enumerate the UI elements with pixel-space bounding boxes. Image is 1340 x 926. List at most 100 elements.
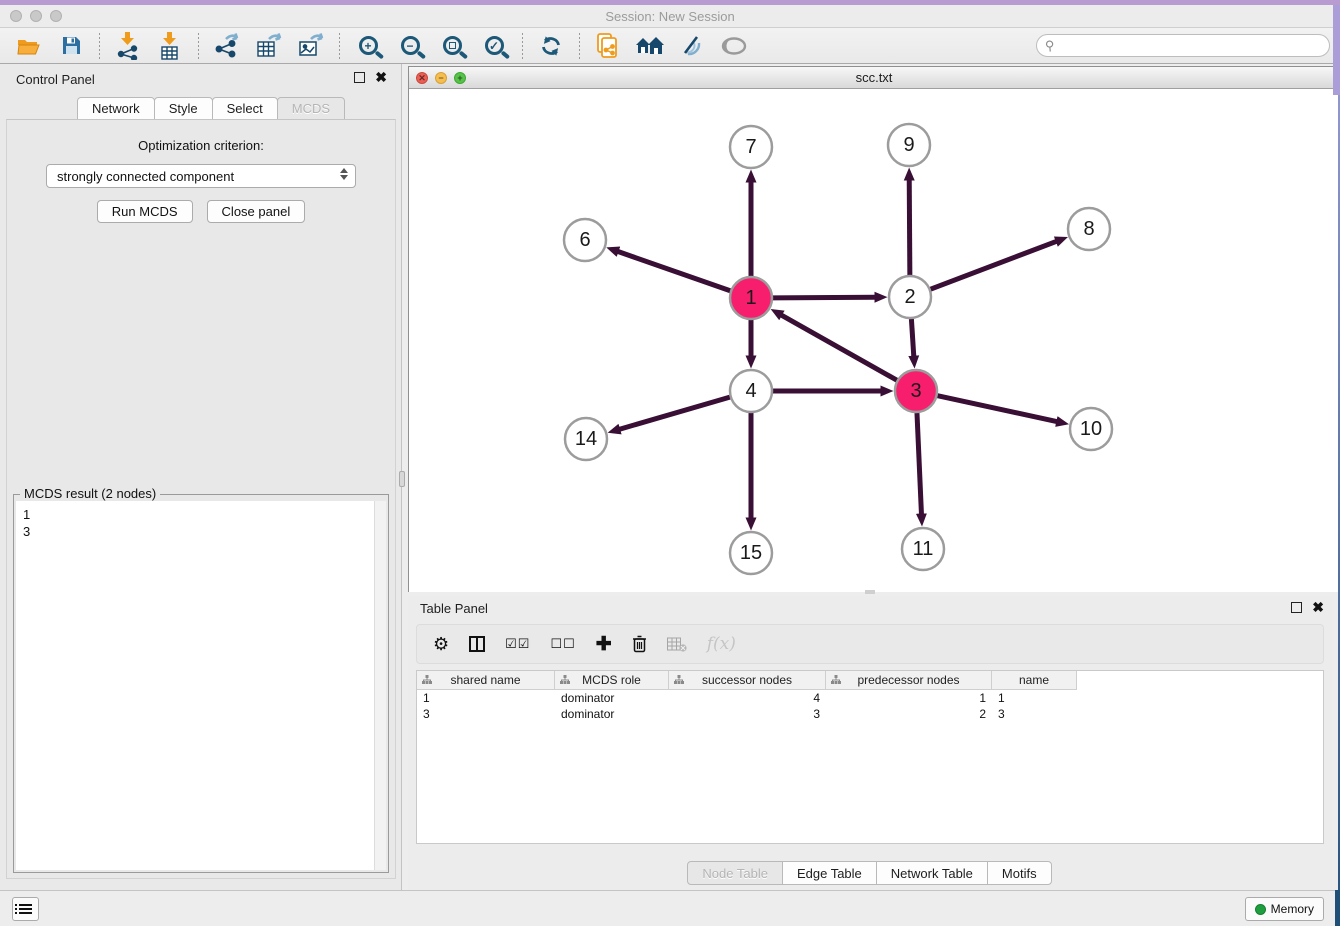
memory-status-icon	[1255, 904, 1266, 915]
svg-text:2: 2	[904, 286, 915, 308]
svg-text:4: 4	[745, 380, 756, 402]
graph-edge-3-10[interactable]	[937, 396, 1056, 422]
view-resize-handle[interactable]	[865, 590, 875, 594]
export-network-icon[interactable]	[212, 31, 242, 61]
column-header-shared-name[interactable]: shared name	[417, 671, 555, 690]
graph-node-6[interactable]: 6	[564, 219, 606, 261]
tab-node-table[interactable]: Node Table	[687, 861, 783, 885]
tab-mcds[interactable]: MCDS	[277, 97, 345, 120]
graph-edge-1-6[interactable]	[618, 252, 730, 291]
svg-text:14: 14	[575, 428, 597, 450]
graph-node-8[interactable]: 8	[1068, 208, 1110, 250]
toolbar-separator	[522, 33, 523, 59]
desktop-edge	[1333, 5, 1340, 95]
graph-node-11[interactable]: 11	[902, 528, 944, 570]
select-all-icon[interactable]: ☑☑	[505, 631, 530, 657]
graph-edge-2-8[interactable]	[931, 241, 1057, 289]
deselect-all-icon[interactable]: ☐☐	[550, 631, 575, 657]
zoom-selected-icon[interactable]: ✓	[479, 31, 509, 61]
add-column-icon[interactable]: ✚	[596, 631, 612, 657]
show-all-icon[interactable]	[719, 31, 749, 61]
panel-splitter-handle[interactable]	[399, 471, 405, 487]
graph-edge-2-9[interactable]	[909, 180, 910, 275]
mcds-result-list: 1 3	[16, 501, 374, 870]
table-row[interactable]: 1 dominator 4 1 1	[417, 690, 1323, 706]
graph-node-1[interactable]: 1	[730, 277, 772, 319]
tab-network[interactable]: Network	[77, 97, 155, 120]
criterion-select[interactable]: strongly connected component	[46, 164, 356, 188]
memory-button[interactable]: Memory	[1245, 897, 1324, 921]
function-builder-icon: f(x)	[707, 631, 736, 657]
import-network-icon[interactable]	[113, 31, 143, 61]
app-title: Session: New Session	[0, 9, 1340, 24]
control-panel-title: Control Panel	[16, 72, 95, 87]
float-table-panel-icon[interactable]	[1291, 602, 1302, 613]
table-row[interactable]: 3 dominator 3 2 3	[417, 706, 1323, 722]
graph-edge-3-11[interactable]	[917, 413, 921, 514]
graph-node-10[interactable]: 10	[1070, 408, 1112, 450]
graph-node-3[interactable]: 3	[895, 370, 937, 412]
delete-column-icon[interactable]	[632, 631, 647, 657]
mcds-panel: Optimization criterion: strongly connect…	[6, 119, 396, 879]
tab-select[interactable]: Select	[212, 97, 278, 120]
export-image-icon[interactable]	[296, 31, 326, 61]
graph-edge-1-2[interactable]	[773, 297, 875, 298]
zoom-out-icon[interactable]: −	[395, 31, 425, 61]
first-neighbors-icon[interactable]	[635, 31, 665, 61]
search-input[interactable]: ⚲	[1036, 34, 1330, 57]
column-header-predecessor-nodes[interactable]: predecessor nodes	[826, 671, 992, 690]
table-panel: Table Panel ✖ ⚙ ☑☑ ☐☐ ✚ f(x)	[408, 596, 1332, 890]
export-table-icon[interactable]	[254, 31, 284, 61]
import-table-icon[interactable]	[155, 31, 185, 61]
graph-edge-3-1[interactable]	[781, 315, 896, 380]
toolbar-separator	[99, 33, 100, 59]
show-panels-button[interactable]	[12, 897, 39, 921]
network-canvas[interactable]: 7 9 6 8 1 2 4 3 14 10 15 11	[409, 89, 1339, 592]
column-type-icon	[422, 675, 432, 684]
close-table-panel-icon[interactable]: ✖	[1312, 602, 1324, 613]
graph-node-7[interactable]: 7	[730, 126, 772, 168]
svg-text:10: 10	[1080, 418, 1102, 440]
tab-motifs[interactable]: Motifs	[987, 861, 1052, 885]
save-session-icon[interactable]	[56, 31, 86, 61]
delete-table-icon	[667, 631, 687, 657]
tab-network-table[interactable]: Network Table	[876, 861, 988, 885]
table-toolbar: ⚙ ☑☑ ☐☐ ✚ f(x)	[416, 624, 1324, 664]
refresh-icon[interactable]	[536, 31, 566, 61]
graph-node-4[interactable]: 4	[730, 370, 772, 412]
network-graph[interactable]: 7 9 6 8 1 2 4 3 14 10 15 11	[409, 89, 1339, 592]
tab-edge-table[interactable]: Edge Table	[782, 861, 877, 885]
graph-node-9[interactable]: 9	[888, 124, 930, 166]
column-type-icon	[831, 675, 841, 684]
network-window-titlebar[interactable]: ✕ − + scc.txt	[409, 67, 1339, 89]
close-panel-icon[interactable]: ✖	[375, 72, 387, 83]
graph-edge-4-14[interactable]	[620, 397, 730, 429]
node-table[interactable]: shared name MCDS role successor nodes pr…	[416, 670, 1324, 844]
mcds-result-title: MCDS result (2 nodes)	[20, 486, 160, 501]
clone-network-icon[interactable]	[593, 31, 623, 61]
list-icon	[19, 904, 32, 914]
fit-columns-icon[interactable]	[469, 631, 485, 657]
svg-text:3: 3	[910, 380, 921, 402]
zoom-in-icon[interactable]: +	[353, 31, 383, 61]
graph-edge-2-3[interactable]	[911, 319, 913, 356]
svg-text:6: 6	[579, 229, 590, 251]
tab-style[interactable]: Style	[154, 97, 213, 120]
float-panel-icon[interactable]	[354, 72, 365, 83]
graph-node-15[interactable]: 15	[730, 532, 772, 574]
graph-node-2[interactable]: 2	[889, 276, 931, 318]
column-settings-icon[interactable]: ⚙	[433, 631, 449, 657]
column-header-successor-nodes[interactable]: successor nodes	[669, 671, 826, 690]
toolbar-separator	[579, 33, 580, 59]
close-panel-button[interactable]: Close panel	[207, 200, 306, 223]
run-mcds-button[interactable]: Run MCDS	[97, 200, 193, 223]
column-header-mcds-role[interactable]: MCDS role	[555, 671, 669, 690]
graph-node-14[interactable]: 14	[565, 418, 607, 460]
hide-selected-icon[interactable]	[677, 31, 707, 61]
status-bar: Memory	[0, 890, 1340, 926]
open-session-icon[interactable]	[14, 31, 44, 61]
result-scrollbar[interactable]	[374, 501, 386, 870]
toolbar-separator	[198, 33, 199, 59]
column-header-name[interactable]: name	[992, 671, 1077, 690]
zoom-fit-icon[interactable]	[437, 31, 467, 61]
